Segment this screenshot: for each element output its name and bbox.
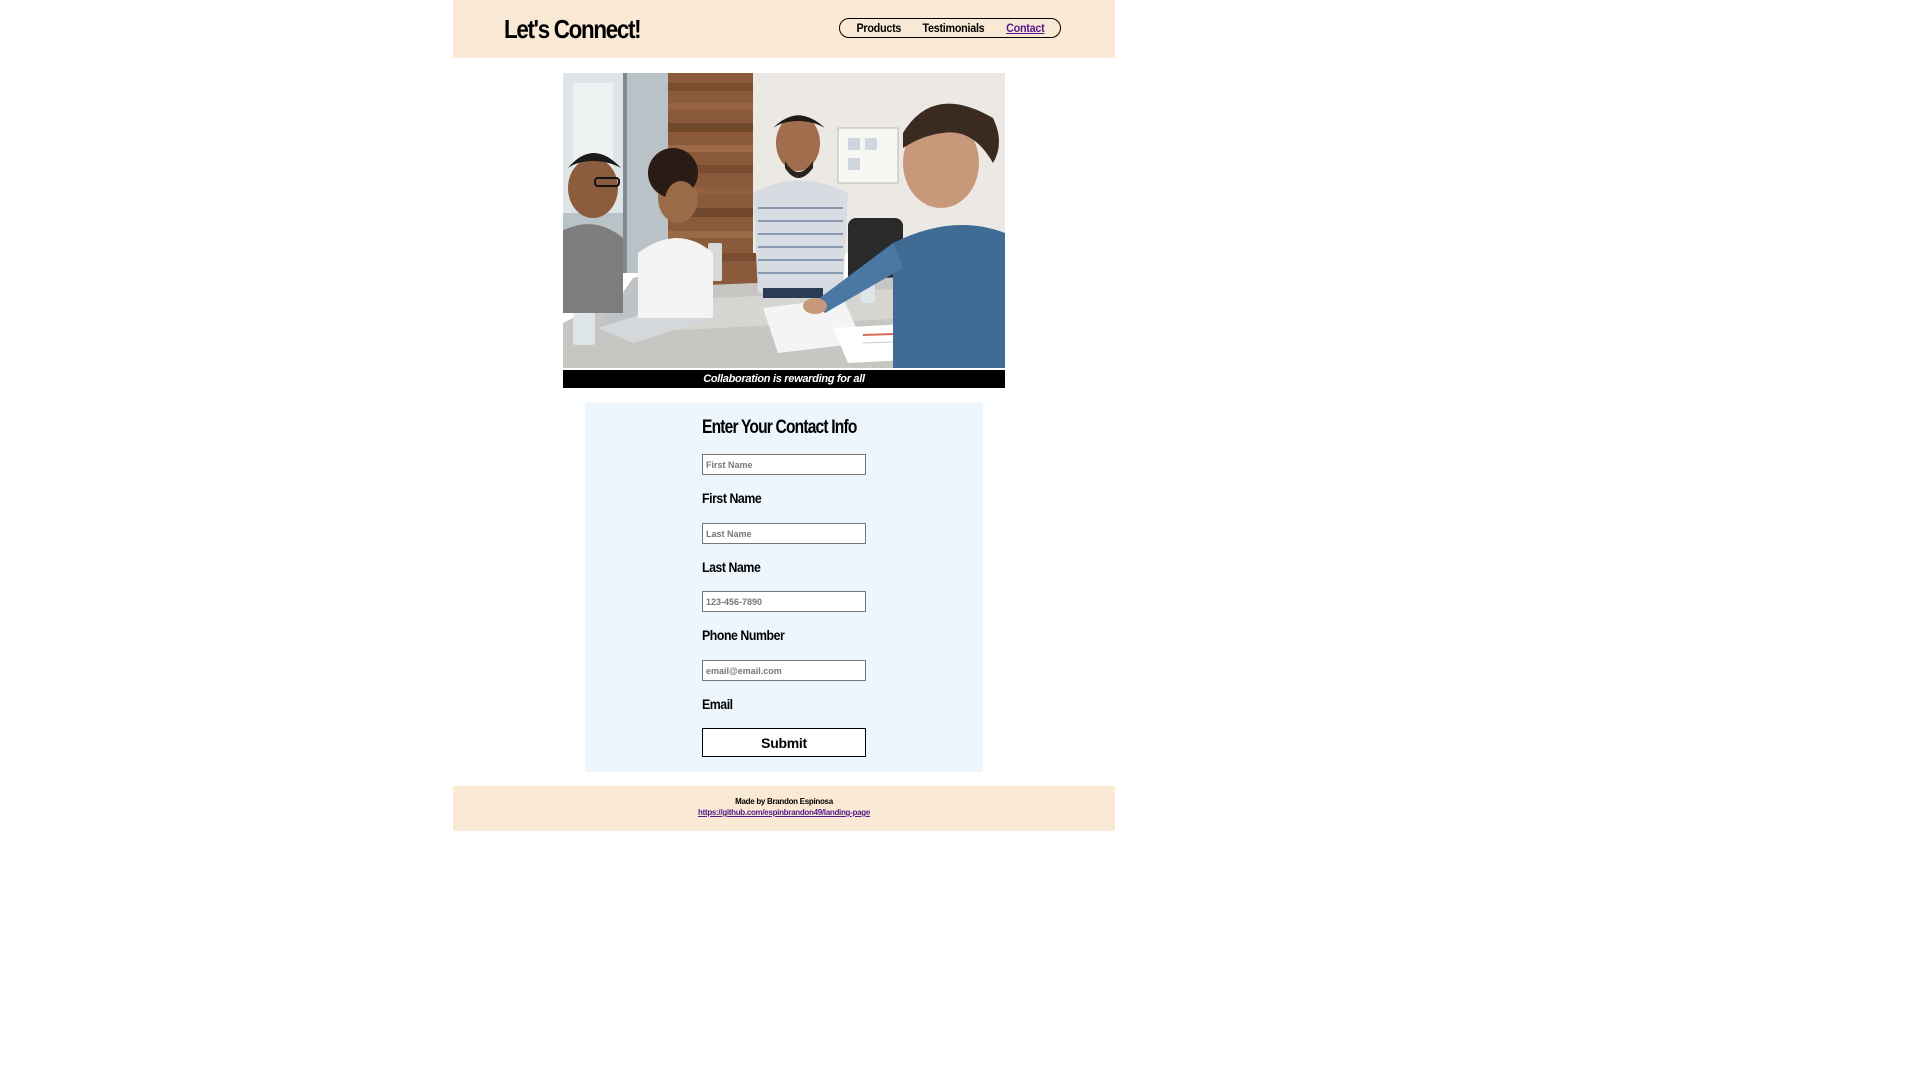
nav-link-testimonials[interactable]: Testimonials [923,21,985,35]
nav-link-contact[interactable]: Contact [1006,21,1045,35]
first-name-input[interactable] [702,454,866,475]
brand-title: Let's Connect! [504,14,642,44]
submit-button[interactable]: Submit [702,728,866,757]
main-nav: Products Testimonials Contact [839,18,1061,38]
last-name-input[interactable] [702,523,866,544]
site-header: Let's Connect! Products Testimonials Con… [453,0,1115,58]
nav-link-products[interactable]: Products [856,21,901,35]
hero-caption: Collaboration is rewarding for all [563,370,1005,388]
site-footer: Made by Brandon Espinosa https://github.… [453,786,1115,831]
form-title: Enter Your Contact Info [702,417,857,438]
phone-number-input[interactable] [702,591,866,612]
contact-form-panel: Enter Your Contact Info First Name Last … [585,403,983,772]
hero-image [563,73,1005,368]
footer-credit: Made by Brandon Espinosa [735,797,833,806]
email-label: Email [702,696,733,712]
last-name-label: Last Name [702,559,761,575]
footer-repo-link[interactable]: https://github.com/espinbrandon49/landin… [453,808,1115,817]
phone-number-label: Phone Number [702,627,785,643]
first-name-label: First Name [702,490,762,506]
email-input[interactable] [702,660,866,681]
